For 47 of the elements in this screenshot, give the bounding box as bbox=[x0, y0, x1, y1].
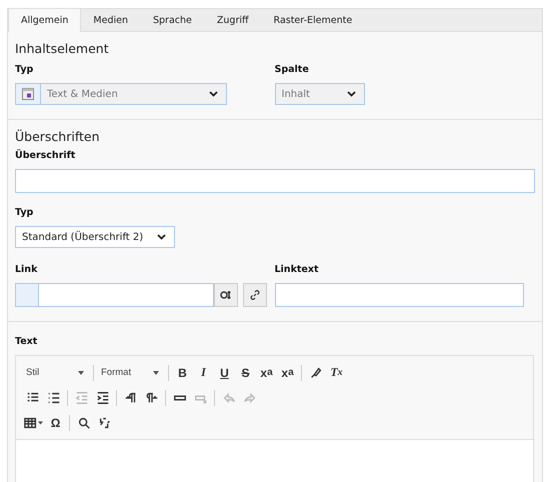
numbered-list-icon bbox=[26, 390, 40, 404]
search-icon bbox=[76, 416, 90, 430]
section-title: Inhaltselement bbox=[15, 41, 110, 56]
field-label: Link bbox=[15, 264, 38, 275]
tab[interactable]: Raster-Elemente bbox=[262, 9, 366, 32]
caret-icon bbox=[38, 420, 43, 424]
field-label: Text bbox=[15, 336, 38, 347]
right-to-left-icon bbox=[144, 390, 158, 404]
column-select[interactable]: Inhalt bbox=[274, 83, 364, 105]
toolbar-button[interactable]: B bbox=[172, 362, 193, 384]
field-label: Typ bbox=[15, 207, 34, 218]
undo-icon bbox=[222, 390, 236, 404]
indent-icon bbox=[96, 390, 110, 404]
field-label: Typ bbox=[15, 64, 34, 75]
chevron-down-icon bbox=[157, 234, 166, 240]
chevron-down-icon bbox=[346, 91, 356, 97]
type-select[interactable]: Text & Medien bbox=[15, 83, 227, 105]
redo-icon bbox=[242, 390, 256, 404]
link-button[interactable] bbox=[243, 283, 267, 307]
tab[interactable]: Allgemein bbox=[8, 9, 82, 32]
brush-icon bbox=[308, 366, 322, 380]
chevron-down-icon bbox=[209, 91, 218, 97]
tab[interactable]: Zugriff bbox=[204, 9, 262, 32]
link-text-input[interactable] bbox=[274, 283, 524, 307]
field-label: Linktext bbox=[274, 264, 320, 275]
section-title: Überschriften bbox=[15, 129, 101, 144]
toolbar-button[interactable]: S bbox=[235, 362, 256, 384]
caret-icon bbox=[153, 370, 159, 374]
link-wizard-button[interactable] bbox=[214, 283, 238, 307]
toolbar-button[interactable]: Ω bbox=[45, 412, 66, 434]
heading-input[interactable] bbox=[15, 169, 535, 193]
bullet-list-icon bbox=[46, 390, 60, 404]
toolbar-button[interactable]: U bbox=[214, 362, 235, 384]
field-label: Spalte bbox=[274, 64, 310, 75]
field-label: Überschrift bbox=[15, 150, 76, 161]
toolbar-dropdown[interactable]: Format bbox=[97, 367, 165, 378]
toolbar-dropdown[interactable]: Stil bbox=[22, 367, 90, 378]
tab[interactable]: Sprache bbox=[141, 9, 205, 32]
toolbar-button[interactable]: I bbox=[193, 362, 214, 384]
table-icon bbox=[24, 416, 38, 430]
caret-icon bbox=[78, 370, 84, 374]
outdent-icon bbox=[74, 390, 88, 404]
heading-type-select[interactable]: Standard (Überschrift 2) bbox=[15, 226, 175, 248]
left-to-right-icon bbox=[124, 390, 138, 404]
content-element-icon bbox=[22, 88, 34, 100]
link-input[interactable] bbox=[15, 283, 214, 307]
tab[interactable]: Medien bbox=[81, 9, 141, 32]
